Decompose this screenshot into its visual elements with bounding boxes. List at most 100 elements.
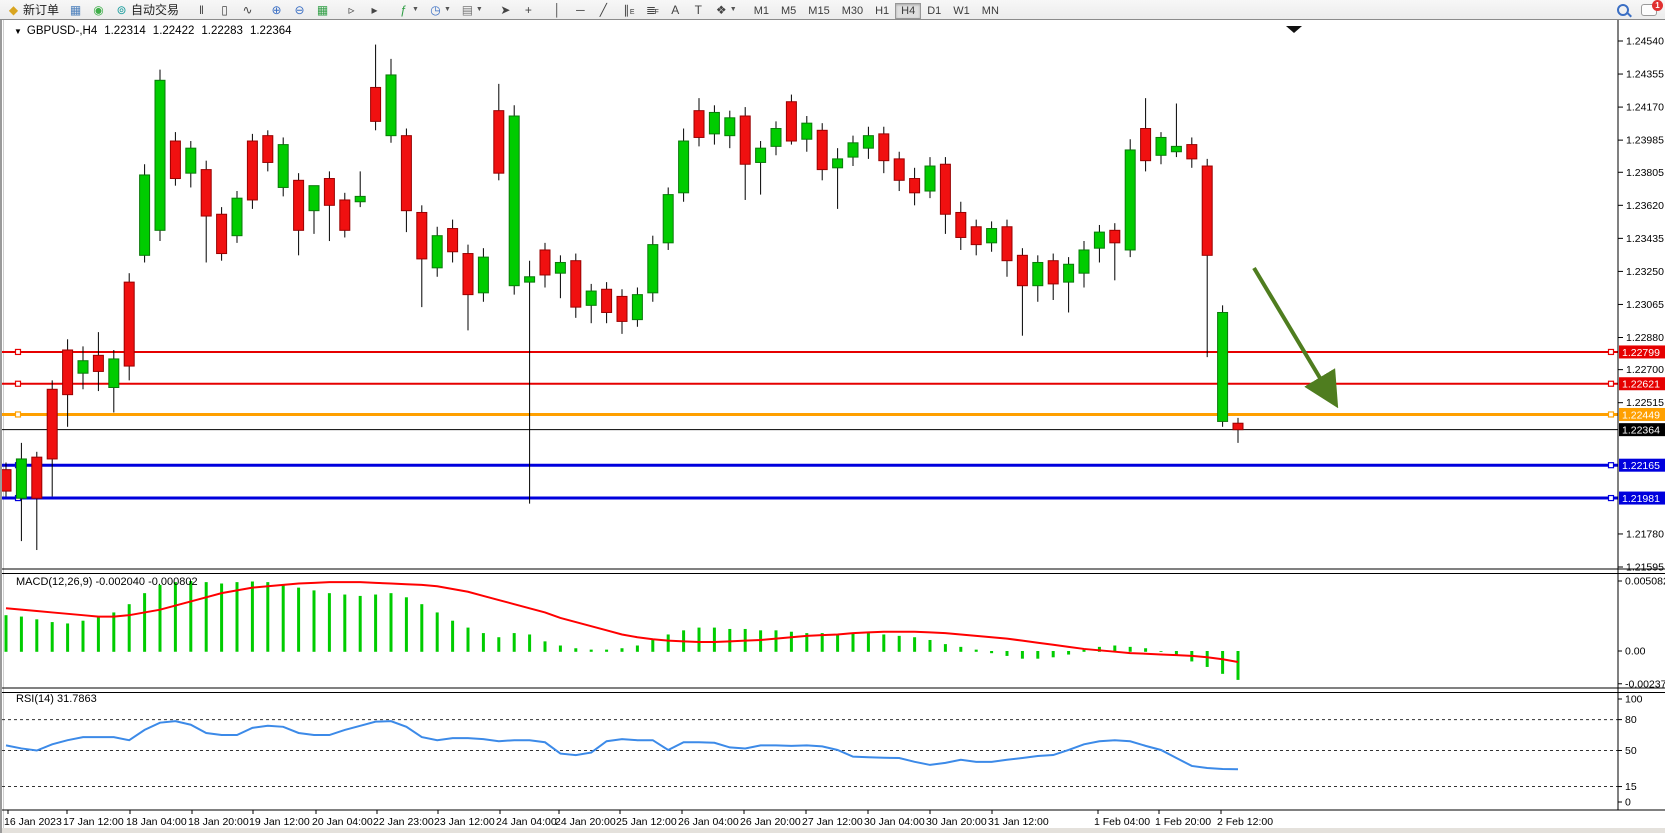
arrows-button[interactable]: ❖▼ [711, 0, 741, 20]
zoom-out-button[interactable]: ⊖ [289, 0, 310, 20]
axis-tick-label: 1.21780 [1626, 528, 1664, 540]
chevron-down-icon[interactable]: ▼ [730, 6, 737, 13]
time-axis-label: 27 Jan 12:00 [802, 816, 863, 828]
search-icon[interactable] [1617, 4, 1629, 16]
templates-button[interactable]: ▤▼ [457, 0, 487, 20]
autotrade-button[interactable]: ⊚自动交易 [111, 0, 183, 20]
bar-chart-icon: ‖ [195, 2, 208, 18]
chart-ohlc-header[interactable]: ▼GBPUSD-,H41.223141.224221.222831.22364 [14, 25, 292, 37]
chevron-down-icon[interactable]: ▼ [14, 27, 22, 36]
price-flag-label: 1.21981 [1622, 493, 1660, 505]
candlestick-chart-button[interactable]: ▯ [214, 0, 235, 20]
candle [340, 193, 350, 238]
horizontal-line-button[interactable]: ─ [570, 0, 591, 20]
timeframe-m1[interactable]: M1 [748, 3, 775, 19]
vertical-line-icon: │ [551, 2, 564, 18]
timeframe-toolbar: M1M5M15M30H1H4D1W1MN [748, 1, 1005, 19]
periods-icon: ◷ [429, 2, 442, 18]
bar-chart-button[interactable]: ‖ [191, 0, 212, 20]
time-axis-label: 30 Jan 20:00 [926, 816, 987, 828]
timeframe-m15[interactable]: M15 [802, 3, 835, 19]
macd-indicator-label: MACD(12,26,9) -0.002040 -0.000802 [16, 576, 198, 588]
timeframe-mn[interactable]: MN [976, 3, 1005, 19]
top-toolbar: ◆新订单▦◉⊚自动交易‖▯∿⊕⊖▦▹▸ƒ▼◷▼▤▼➤+│─╱∥E≣FAT❖▼ M… [0, 0, 1665, 20]
candle [155, 70, 165, 241]
chevron-down-icon[interactable]: ▼ [476, 6, 483, 13]
auto-scroll-button[interactable]: ▹ [341, 0, 362, 20]
time-axis-label: 31 Jan 12:00 [988, 816, 1049, 828]
candle [786, 95, 796, 145]
chart-window[interactable]: 1.245401.243551.241701.239851.238051.236… [0, 20, 1665, 833]
zoom-in-button[interactable]: ⊕ [266, 0, 287, 20]
chevron-down-icon[interactable]: ▼ [444, 6, 451, 13]
time-axis-label: 17 Jan 12:00 [63, 816, 124, 828]
line-handle[interactable] [16, 381, 21, 386]
text-label-button[interactable]: T [688, 0, 709, 20]
text-button[interactable]: A [665, 0, 686, 20]
timeframe-m30[interactable]: M30 [836, 3, 869, 19]
chart-shift-button[interactable]: ▸ [364, 0, 385, 20]
toolbar-right-group: 1 [1617, 4, 1657, 16]
price-flag-label: 1.22799 [1622, 347, 1660, 359]
chart-shift-icon: ▸ [368, 2, 381, 18]
line-handle[interactable] [1609, 349, 1614, 354]
candle [140, 164, 150, 262]
tile-windows-button[interactable]: ▦ [312, 0, 333, 20]
cursor-icon: ➤ [499, 2, 512, 18]
line-handle[interactable] [1609, 463, 1614, 468]
toolbar-buttons: ◆新订单▦◉⊚自动交易‖▯∿⊕⊖▦▹▸ƒ▼◷▼▤▼➤+│─╱∥E≣FAT❖▼ [2, 0, 748, 20]
line-chart-icon: ∿ [241, 2, 254, 18]
time-axis-label: 2 Feb 12:00 [1217, 816, 1273, 828]
timeframe-d1[interactable]: D1 [921, 3, 947, 19]
axis-tick-label: 80 [1625, 714, 1637, 726]
time-axis-label: 1 Feb 04:00 [1094, 816, 1150, 828]
line-handle[interactable] [1609, 412, 1614, 417]
line-handle[interactable] [16, 349, 21, 354]
candle [247, 134, 257, 209]
axis-tick-label: 1.23620 [1626, 200, 1664, 212]
line-handle[interactable] [16, 412, 21, 417]
time-axis-label: 25 Jan 12:00 [616, 816, 677, 828]
line-chart-button[interactable]: ∿ [237, 0, 258, 20]
line-handle[interactable] [1609, 496, 1614, 501]
crosshair-button[interactable]: + [518, 0, 539, 20]
axis-tick-label: 1.23985 [1626, 135, 1664, 147]
charts-window-button[interactable]: ▦ [65, 0, 86, 20]
fibonacci-button[interactable]: ≣F [641, 0, 663, 20]
high-value: 1.22422 [153, 25, 195, 37]
axis-tick-label: 1.23250 [1626, 266, 1664, 278]
auto-scroll-icon: ▹ [345, 2, 358, 18]
candle [232, 191, 242, 243]
trendline-icon: ╱ [597, 2, 610, 18]
new-order-button[interactable]: ◆新订单 [3, 0, 63, 20]
time-axis-label: 18 Jan 20:00 [188, 816, 249, 828]
chevron-down-icon[interactable]: ▼ [412, 6, 419, 13]
vertical-line-button[interactable]: │ [547, 0, 568, 20]
candle [663, 187, 673, 250]
candle [648, 236, 658, 302]
price-flag-label: 1.22449 [1622, 409, 1660, 421]
time-axis-label: 22 Jan 23:00 [373, 816, 434, 828]
timeframe-h1[interactable]: H1 [869, 3, 895, 19]
candle [217, 207, 227, 261]
periods-button[interactable]: ◷▼ [425, 0, 455, 20]
indicators-button[interactable]: ƒ▼ [393, 0, 423, 20]
axis-tick-label: 50 [1625, 745, 1637, 757]
signals-button[interactable]: ◉ [88, 0, 109, 20]
trendline-button[interactable]: ╱ [593, 0, 614, 20]
candlestick-chart-icon: ▯ [218, 2, 231, 18]
chart-area[interactable]: 1.245401.243551.241701.239851.238051.236… [2, 20, 1665, 833]
timeframe-m5[interactable]: M5 [775, 3, 802, 19]
arrows-icon: ❖ [715, 2, 728, 18]
axis-tick-label: 1.24355 [1626, 69, 1664, 81]
icon-subscript: E [630, 9, 635, 16]
timeframe-h4[interactable]: H4 [895, 3, 921, 19]
cursor-button[interactable]: ➤ [495, 0, 516, 20]
chat-icon[interactable]: 1 [1641, 4, 1657, 16]
timeframe-w1[interactable]: W1 [947, 3, 976, 19]
icon-subscript: F [655, 9, 659, 16]
axis-tick-label: 1.21595 [1626, 562, 1664, 574]
line-handle[interactable] [1609, 381, 1614, 386]
axis-tick-label: 1.22515 [1626, 397, 1664, 409]
equidistant-channel-button[interactable]: ∥E [616, 0, 639, 20]
